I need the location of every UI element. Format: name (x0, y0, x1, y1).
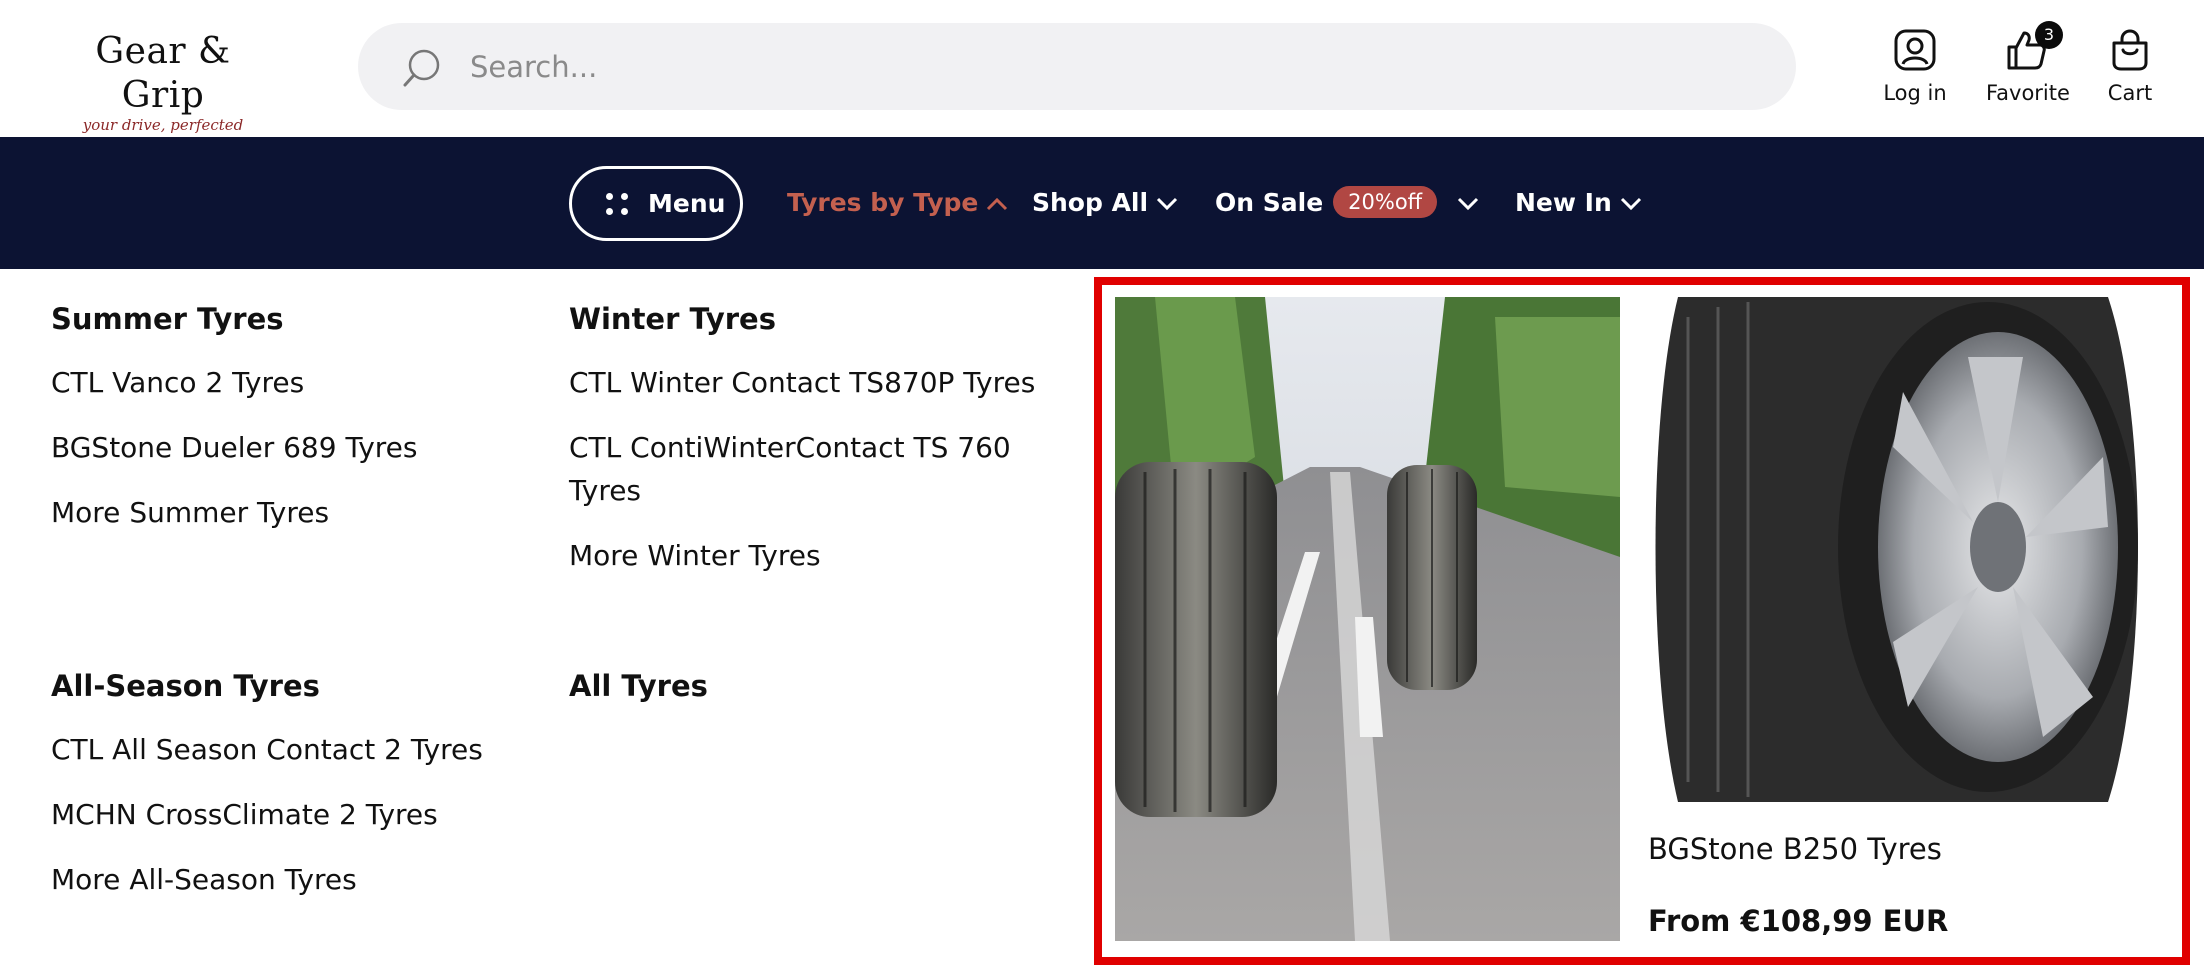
category-title[interactable]: Summer Tyres (51, 301, 531, 337)
favorite-label: Favorite (1986, 81, 2070, 105)
search-icon (403, 49, 440, 87)
cart-label: Cart (2107, 81, 2153, 105)
category-link[interactable]: More Winter Tyres (569, 534, 1039, 577)
category-link[interactable]: CTL Winter Contact TS870P Tyres (569, 361, 1039, 404)
category-title[interactable]: All-Season Tyres (51, 668, 531, 704)
category-link[interactable]: MCHN CrossClimate 2 Tyres (51, 793, 531, 836)
category-title[interactable]: Winter Tyres (569, 301, 1039, 337)
category-column-winter: Winter Tyres CTL Winter Contact TS870P T… (569, 301, 1039, 577)
nav-item-shop-all[interactable]: Shop All (1032, 137, 1178, 269)
shopping-bag-icon (2112, 29, 2148, 71)
category-title[interactable]: All Tyres (569, 668, 1039, 704)
nav-item-label: Shop All (1032, 188, 1149, 217)
highlight-box (1094, 277, 2190, 965)
login-button[interactable]: Log in (1882, 27, 1948, 105)
category-link[interactable]: CTL All Season Contact 2 Tyres (51, 728, 531, 771)
dots-grid-icon (606, 193, 628, 215)
chevron-down-icon (1620, 197, 1641, 211)
main-navigation: Menu Tyres by Type Shop All On Sale 20%of… (0, 137, 2204, 269)
nav-item-new-in[interactable]: New In (1515, 137, 1642, 269)
category-link[interactable]: BGStone Dueler 689 Tyres (51, 426, 531, 469)
user-icon (1894, 29, 1936, 71)
chevron-down-icon (1157, 197, 1178, 211)
logo[interactable]: Gear & Grip your drive, perfected (58, 30, 268, 134)
logo-tagline: your drive, perfected (82, 116, 244, 134)
nav-item-tyres-by-type[interactable]: Tyres by Type (787, 137, 1008, 269)
category-link[interactable]: More Summer Tyres (51, 491, 531, 534)
site-header: Gear & Grip your drive, perfected Log in… (0, 0, 2204, 137)
category-column-summer: Summer Tyres CTL Vanco 2 Tyres BGStone D… (51, 301, 531, 534)
logo-name: Gear & Grip (95, 31, 231, 116)
search-bar[interactable] (358, 23, 1796, 110)
search-input[interactable] (470, 23, 1750, 110)
nav-item-on-sale[interactable]: On Sale 20%off (1215, 137, 1479, 269)
nav-item-label: New In (1515, 188, 1612, 217)
cart-button[interactable]: Cart (2100, 27, 2160, 105)
category-link[interactable]: CTL ContiWinterContact TS 760 Tyres (569, 426, 1019, 512)
nav-item-label: Tyres by Type (787, 188, 979, 217)
favorite-count-badge: 3 (2035, 21, 2063, 49)
menu-label: Menu (648, 189, 726, 218)
sale-badge: 20%off (1333, 186, 1438, 218)
category-column-all-tyres: All Tyres (569, 668, 1039, 704)
favorite-button[interactable]: 3 Favorite (1986, 21, 2070, 105)
chevron-up-icon (987, 197, 1008, 211)
nav-item-label: On Sale (1215, 188, 1324, 217)
login-label: Log in (1883, 81, 1947, 105)
chevron-down-icon (1458, 197, 1479, 211)
menu-button[interactable]: Menu (569, 166, 743, 241)
category-column-all-season: All-Season Tyres CTL All Season Contact … (51, 668, 531, 901)
category-link[interactable]: More All-Season Tyres (51, 858, 531, 901)
category-link[interactable]: CTL Vanco 2 Tyres (51, 361, 531, 404)
